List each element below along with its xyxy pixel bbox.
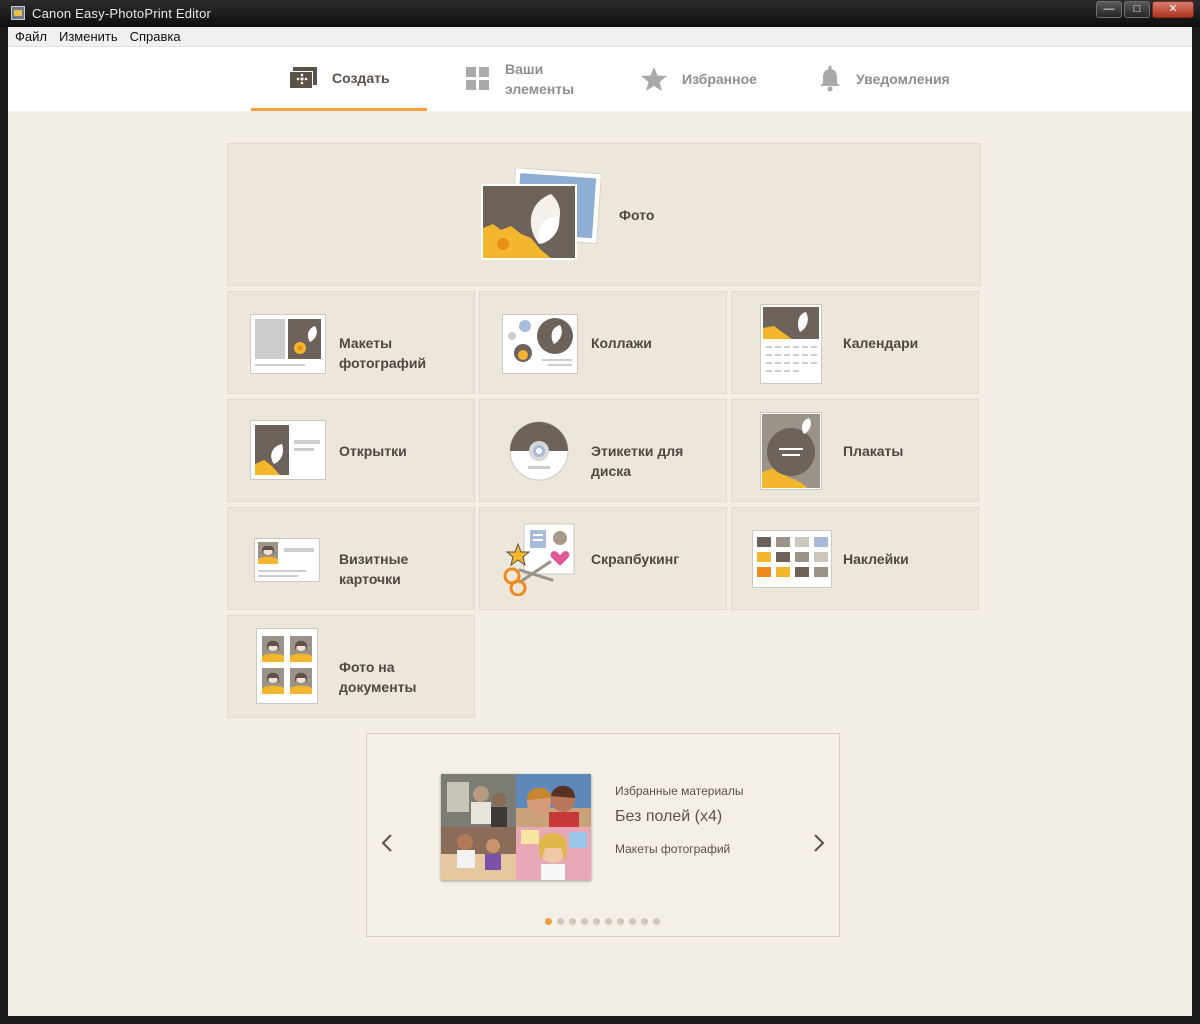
minimize-button[interactable]: — <box>1096 1 1122 18</box>
tile-posters[interactable]: Плакаты <box>731 399 979 502</box>
photo-layouts-icon <box>250 314 326 374</box>
tile-disc-labels-label: Этикетки для диска <box>591 443 684 479</box>
tab-favorites-label: Избранное <box>682 71 757 87</box>
posters-icon <box>760 412 822 490</box>
tile-calendars-label: Календари <box>843 335 919 351</box>
window-title: Canon Easy-PhotoPrint Editor <box>32 6 212 21</box>
id-photos-icon <box>256 628 318 704</box>
tab-create[interactable]: Создать <box>251 47 427 111</box>
tile-photo-layouts-label: Макеты фотографий <box>339 335 427 371</box>
tile-collages-label: Коллажи <box>591 335 652 351</box>
tile-photo-label: Фото <box>619 207 655 223</box>
tile-id-photos[interactable]: Фото на документы <box>227 615 475 718</box>
carousel-dot[interactable] <box>557 918 564 925</box>
tab-your-items[interactable]: Ваши элементы <box>465 47 605 111</box>
tile-photo-layouts[interactable]: Макеты фотографий <box>227 291 475 394</box>
star-icon <box>641 67 667 91</box>
tile-cards[interactable]: Открытки <box>227 399 475 502</box>
featured-carousel: Избранные материалы Без полей (x4) Макет… <box>366 733 840 937</box>
carousel-dot[interactable] <box>581 918 588 925</box>
window-titlebar: Canon Easy-PhotoPrint Editor — □ ✕ <box>0 0 1200 27</box>
carousel-dot[interactable] <box>605 918 612 925</box>
tile-scrapbooking[interactable]: Скрапбукинг <box>479 507 727 610</box>
window-bottom-edge <box>0 1016 1200 1024</box>
business-cards-icon <box>254 538 320 582</box>
tab-bar: Создать Ваши элементы Избранное Уведомле… <box>8 47 1192 111</box>
app-frame: Файл Изменить Справка Создать Ваши элеме… <box>8 27 1192 1016</box>
stickers-icon <box>752 530 832 588</box>
chevron-right-icon[interactable] <box>812 832 826 854</box>
tab-create-label: Создать <box>332 69 390 86</box>
featured-name[interactable]: Без полей (x4) <box>615 808 722 826</box>
carousel-dot[interactable] <box>545 918 552 925</box>
app-icon <box>11 6 25 20</box>
carousel-dot[interactable] <box>629 918 636 925</box>
featured-type: Макеты фотографий <box>615 842 731 856</box>
tile-cards-label: Открытки <box>339 443 407 459</box>
tile-photo[interactable]: Фото <box>227 143 981 286</box>
menu-help[interactable]: Справка <box>124 29 187 44</box>
menu-edit[interactable]: Изменить <box>53 29 124 44</box>
tile-disc-labels[interactable]: Этикетки для диска <box>479 399 727 502</box>
menu-bar: Файл Изменить Справка <box>8 27 1192 47</box>
tile-collages[interactable]: Коллажи <box>479 291 727 394</box>
carousel-dot[interactable] <box>617 918 624 925</box>
tab-notifications[interactable]: Уведомления <box>818 47 978 111</box>
tile-stickers-label: Наклейки <box>843 551 909 567</box>
photo-tile-icon <box>481 168 601 260</box>
calendars-icon <box>760 304 822 384</box>
disc-icon <box>509 421 569 481</box>
grid-icon <box>466 67 489 90</box>
tab-favorites[interactable]: Избранное <box>640 47 780 111</box>
tile-posters-label: Плакаты <box>843 443 904 459</box>
bell-icon <box>820 66 840 92</box>
featured-category: Избранные материалы <box>615 784 744 798</box>
scrapbooking-icon <box>503 523 575 596</box>
tile-business-cards[interactable]: Визитные карточки <box>227 507 475 610</box>
featured-thumbnail[interactable] <box>441 774 591 880</box>
window-controls: — □ ✕ <box>1096 1 1194 18</box>
tile-stickers[interactable]: Наклейки <box>731 507 979 610</box>
carousel-dot[interactable] <box>593 918 600 925</box>
carousel-dot[interactable] <box>641 918 648 925</box>
tile-id-photos-label: Фото на документы <box>339 659 417 695</box>
close-button[interactable]: ✕ <box>1152 1 1194 18</box>
carousel-dot[interactable] <box>569 918 576 925</box>
menu-file[interactable]: Файл <box>9 29 53 44</box>
tile-calendars[interactable]: Календари <box>731 291 979 394</box>
collages-icon <box>502 314 578 374</box>
tab-your-items-label: Ваши элементы <box>505 61 575 97</box>
carousel-pagination <box>545 918 660 925</box>
maximize-button[interactable]: □ <box>1124 1 1150 18</box>
tile-scrapbooking-label: Скрапбукинг <box>591 551 680 567</box>
carousel-dot[interactable] <box>653 918 660 925</box>
tile-business-cards-label: Визитные карточки <box>339 551 409 587</box>
create-icon <box>289 66 317 89</box>
chevron-left-icon[interactable] <box>380 832 394 854</box>
tab-notifications-label: Уведомления <box>856 71 950 87</box>
cards-icon <box>250 420 326 480</box>
